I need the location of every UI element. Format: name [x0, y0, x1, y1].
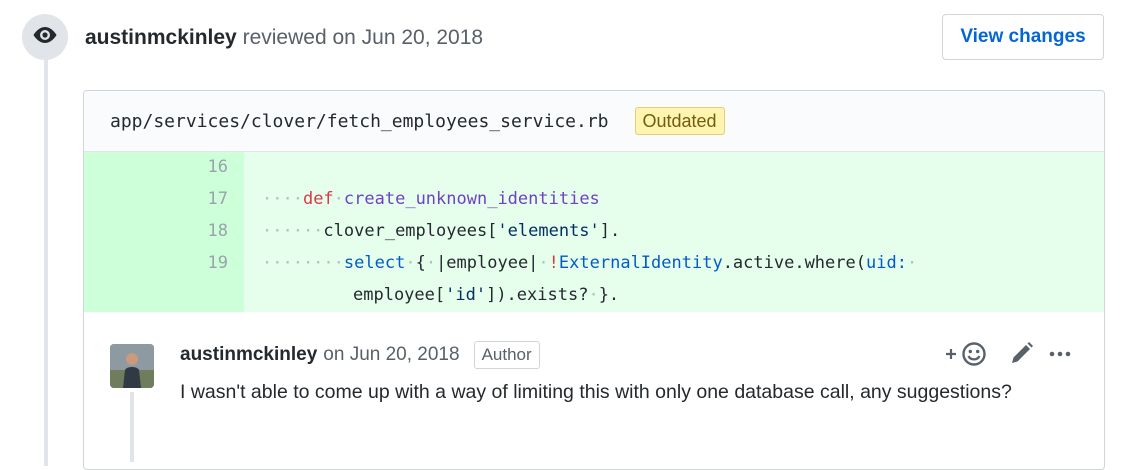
outdated-badge: Outdated: [634, 107, 725, 135]
add-reaction-icon: [944, 342, 990, 371]
file-review-box: app/services/clover/fetch_employees_serv…: [83, 90, 1105, 470]
file-path-link[interactable]: app/services/clover/fetch_employees_serv…: [110, 111, 609, 132]
review-badge: [22, 14, 68, 60]
file-header: app/services/clover/fetch_employees_serv…: [84, 91, 1104, 152]
thread-line: [130, 392, 134, 462]
line-number[interactable]: 16: [84, 151, 228, 183]
avatar[interactable]: [110, 344, 154, 388]
comment-timestamp-link[interactable]: on Jun 20, 2018: [323, 341, 459, 369]
comment-body: I wasn't able to come up with a way of l…: [180, 381, 1012, 403]
review-header: austinmckinley reviewed on Jun 20, 2018: [85, 24, 483, 52]
more-options-button[interactable]: [1048, 344, 1072, 369]
pencil-icon: [1009, 342, 1035, 370]
code-line: ········select·{·|employee|·!ExternalIde…: [262, 253, 918, 273]
view-changes-button[interactable]: View changes: [942, 14, 1104, 60]
code-line: ····def·create_unknown_identities: [262, 189, 600, 209]
review-author-link[interactable]: austinmckinley: [85, 26, 237, 49]
line-number[interactable]: 19: [84, 247, 228, 279]
code-line: ······clover_employees['elements'].: [262, 221, 621, 241]
author-badge: Author: [473, 341, 540, 369]
edit-comment-button[interactable]: [1009, 342, 1035, 371]
diff-hunk: 16 17 18 19 ····def·create_unknown_ident…: [84, 152, 1104, 312]
timeline-line: [44, 56, 48, 466]
line-number[interactable]: 18: [84, 215, 228, 247]
comment-author-link[interactable]: austinmckinley: [180, 341, 317, 369]
comment-header: austinmckinley on Jun 20, 2018 Author: [180, 341, 540, 369]
add-reaction-button[interactable]: [944, 341, 990, 372]
line-number[interactable]: 17: [84, 183, 228, 215]
review-action-text: reviewed on Jun 20, 2018: [242, 26, 484, 49]
eye-icon: [32, 26, 58, 49]
code-line-continuation: employee['id']).exists?·}.: [353, 285, 620, 305]
more-options-icon: [1048, 351, 1072, 368]
